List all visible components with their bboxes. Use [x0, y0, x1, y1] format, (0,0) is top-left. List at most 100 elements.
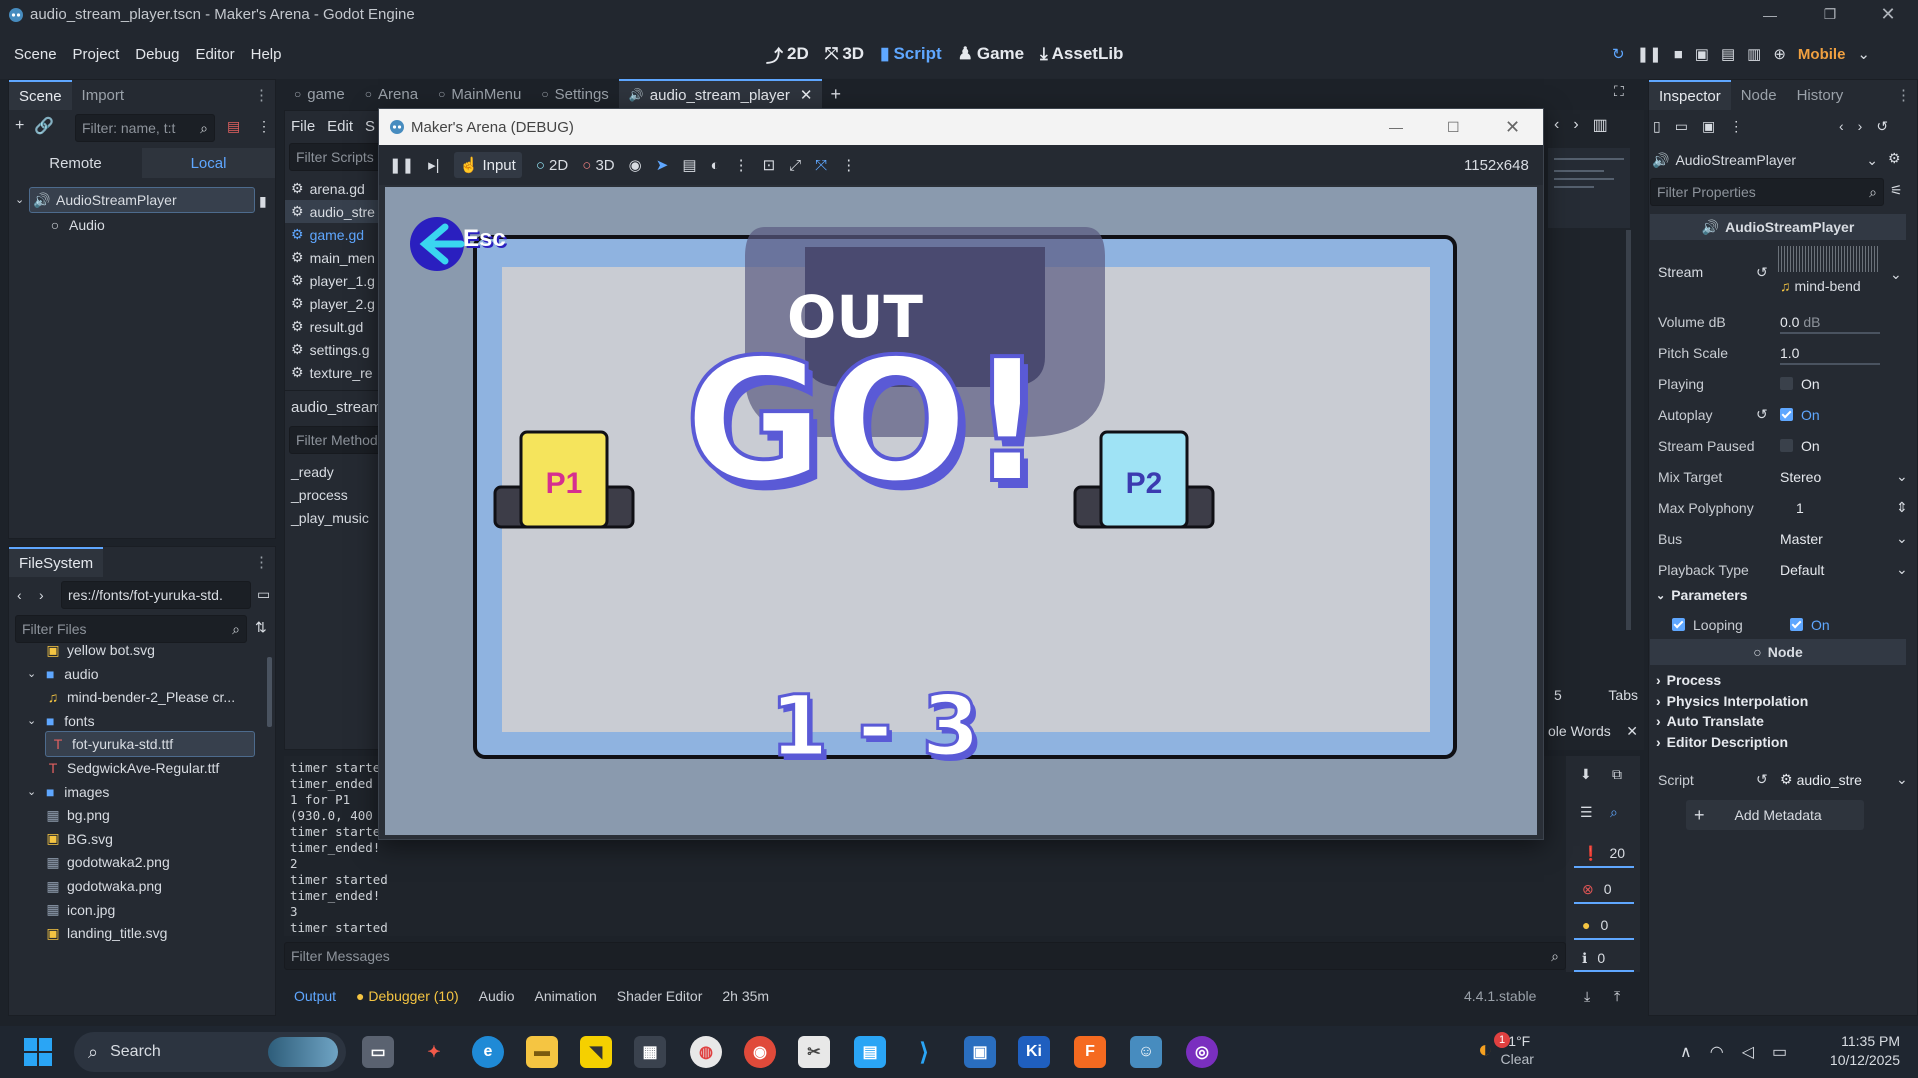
scene-tab[interactable]: ○ Arena: [355, 79, 428, 109]
distraction-free-icon[interactable]: ⛶: [1614, 83, 1624, 100]
messages-toggle[interactable]: ❗ 20: [1574, 840, 1634, 868]
toolbar-menu-icon[interactable]: ⋮: [734, 156, 749, 174]
pitch-scale-property[interactable]: Pitch Scale 1.0: [1650, 337, 1918, 368]
warnings-toggle[interactable]: ● 0: [1574, 912, 1634, 940]
scene-tab[interactable]: 🔊 audio_stream_player ✕: [618, 79, 823, 109]
save-resource-icon[interactable]: ▣: [1702, 118, 1715, 135]
krita-icon[interactable]: Ki: [1018, 1036, 1050, 1068]
expand-panel-icon[interactable]: ⤒: [1614, 988, 1620, 1005]
tab-filesystem[interactable]: FileSystem: [9, 547, 104, 577]
pitch-scale-value[interactable]: 1.0: [1780, 345, 1799, 361]
mode-3d-button[interactable]: ⤧ 3D: [825, 44, 864, 64]
filter-properties-input[interactable]: Filter Properties ⌕: [1650, 178, 1884, 206]
game-close-icon[interactable]: ✕: [1505, 117, 1520, 138]
autoplay-property[interactable]: Autoplay ↺ On: [1650, 399, 1918, 430]
run-custom-icon[interactable]: ▥: [1747, 45, 1761, 63]
stream-property[interactable]: Stream ↺ ♫ mind-bend ⌄: [1650, 244, 1918, 306]
script-list-item[interactable]: ⚙ result.gd: [285, 315, 379, 338]
mode-game-button[interactable]: ♟ Game: [958, 44, 1025, 64]
script-list-item[interactable]: ⚙ arena.gd: [285, 177, 379, 200]
filter-messages-input[interactable]: Filter Messages ⌕: [284, 942, 1566, 970]
minimize-icon[interactable]: —: [1740, 0, 1800, 29]
visibility-eye-icon[interactable]: ◉: [629, 156, 642, 174]
script-list-item[interactable]: ⚙ texture_re: [285, 361, 379, 384]
resource-menu-icon[interactable]: ⋮: [1729, 118, 1743, 135]
script-list-item[interactable]: ⚙ player_1.g: [285, 269, 379, 292]
volume-icon[interactable]: ◁: [1742, 1042, 1754, 1062]
collapse-arrow-icon[interactable]: ⌄: [15, 193, 24, 206]
folder-arrow-icon[interactable]: ⌄: [27, 714, 36, 727]
movie-maker-icon[interactable]: ⊕: [1773, 45, 1786, 63]
next-frame-icon[interactable]: ▸|: [428, 156, 439, 174]
remote-tab[interactable]: Remote: [9, 148, 142, 178]
input-mode-button[interactable]: ☝ Input: [453, 152, 522, 178]
renderer-select[interactable]: Mobile: [1798, 46, 1846, 63]
weather-widget[interactable]: ◐ 1 61°F Clear: [1478, 1032, 1534, 1068]
volume-db-value[interactable]: 0.0 dB: [1780, 314, 1820, 330]
chevron-down-icon[interactable]: ⌄: [1896, 561, 1908, 578]
fs-item[interactable]: ▦ icon.jpg: [45, 897, 115, 923]
script-property[interactable]: Script ↺ ⚙ audio_stre ⌄: [1650, 764, 1918, 795]
prev-script-icon[interactable]: ‹: [1554, 116, 1559, 134]
menu-scene[interactable]: Scene: [6, 46, 65, 63]
2d-select-button[interactable]: ○ 2D: [536, 157, 568, 174]
filter-methods-input[interactable]: Filter Method: [289, 426, 379, 454]
notepad-icon[interactable]: ▤: [854, 1036, 886, 1068]
store-icon[interactable]: ▣: [964, 1036, 996, 1068]
fs-menu-icon[interactable]: ⋮: [254, 553, 275, 571]
volume-db-property[interactable]: Volume dB 0.0 dB: [1650, 306, 1918, 337]
snipping-tool-icon[interactable]: ✂: [798, 1036, 830, 1068]
attach-script-icon[interactable]: ▤: [227, 118, 240, 135]
color-app-icon[interactable]: ◍: [690, 1036, 722, 1068]
property-filter-icon[interactable]: ⚟: [1890, 182, 1903, 199]
history-forward-icon[interactable]: ›: [1858, 118, 1863, 135]
stream-paused-checkbox[interactable]: [1780, 439, 1793, 452]
edge-icon[interactable]: e: [472, 1036, 504, 1068]
fs-item[interactable]: Tfot-yuruka-std.ttf: [45, 731, 255, 758]
open-resource-icon[interactable]: ▭: [1675, 118, 1688, 135]
fs-item[interactable]: ▦ godotwaka2.png: [45, 849, 169, 875]
game-viewport[interactable]: Esc OUT GO! P1 P2 1 - 3: [385, 187, 1537, 835]
forward-arrow-icon[interactable]: ›: [39, 587, 44, 603]
node-audio[interactable]: ○ Audio: [47, 212, 105, 238]
tab-animation[interactable]: Animation: [524, 988, 606, 1004]
next-script-icon[interactable]: ›: [1573, 116, 1578, 134]
method-list-item[interactable]: _process: [285, 483, 379, 506]
script-list-item[interactable]: ⚙ game.gd: [285, 223, 379, 246]
wifi-icon[interactable]: ◠: [1710, 1042, 1724, 1062]
menu-debug[interactable]: Debug: [127, 46, 187, 63]
inspector-section[interactable]: › Editor Description: [1650, 729, 1918, 755]
pause-icon[interactable]: ❚❚: [389, 156, 414, 174]
pause-icon[interactable]: ❚❚: [1637, 45, 1662, 63]
fs-item[interactable]: ▦ godotwaka.png: [45, 873, 162, 899]
add-node-icon[interactable]: +: [15, 117, 24, 135]
run-scene-icon[interactable]: ▤: [1721, 45, 1735, 63]
stretch-icon[interactable]: ⤧: [815, 157, 827, 174]
playing-property[interactable]: Playing On: [1650, 368, 1918, 399]
github-desktop-icon[interactable]: ◎: [1186, 1036, 1218, 1068]
close-tab-icon[interactable]: ✕: [800, 86, 813, 104]
fs-item[interactable]: ▣ yellow bot.svg: [45, 637, 155, 663]
looping-property[interactable]: Looping On: [1650, 609, 1918, 640]
bus-property[interactable]: Bus Master ⌄: [1650, 523, 1918, 554]
scene-filter-input[interactable]: Filter: name, t:t ⌕: [75, 114, 215, 142]
game-maximize-icon[interactable]: ☐: [1447, 119, 1460, 136]
stream-value[interactable]: ♫ mind-bend: [1780, 278, 1861, 294]
script-value[interactable]: ⚙ audio_stre: [1780, 771, 1862, 788]
node-settings-icon[interactable]: ⚙: [1888, 150, 1901, 167]
fs-item[interactable]: ⌄ ■ fonts: [27, 708, 95, 734]
object-history-icon[interactable]: ↺: [1876, 118, 1888, 135]
chevron-down-icon[interactable]: ⌄: [1896, 468, 1908, 485]
fs-item[interactable]: ▣ landing_title.svg: [45, 920, 167, 946]
whole-words-label[interactable]: ole Words: [1548, 723, 1611, 739]
volume-slider[interactable]: [1780, 332, 1880, 334]
run-project-icon[interactable]: ▣: [1695, 45, 1709, 63]
chevron-down-icon[interactable]: ⌄: [1890, 266, 1902, 283]
calculator-icon[interactable]: ▦: [634, 1036, 666, 1068]
tab-shader-editor[interactable]: Shader Editor: [607, 988, 713, 1004]
info-toggle[interactable]: ℹ0: [1574, 946, 1634, 972]
script-menu-file[interactable]: File: [291, 118, 315, 135]
playing-checkbox[interactable]: [1780, 377, 1793, 390]
chevron-down-icon[interactable]: ⌄: [1896, 771, 1908, 788]
chevron-down-icon[interactable]: ⌄: [1896, 530, 1908, 547]
